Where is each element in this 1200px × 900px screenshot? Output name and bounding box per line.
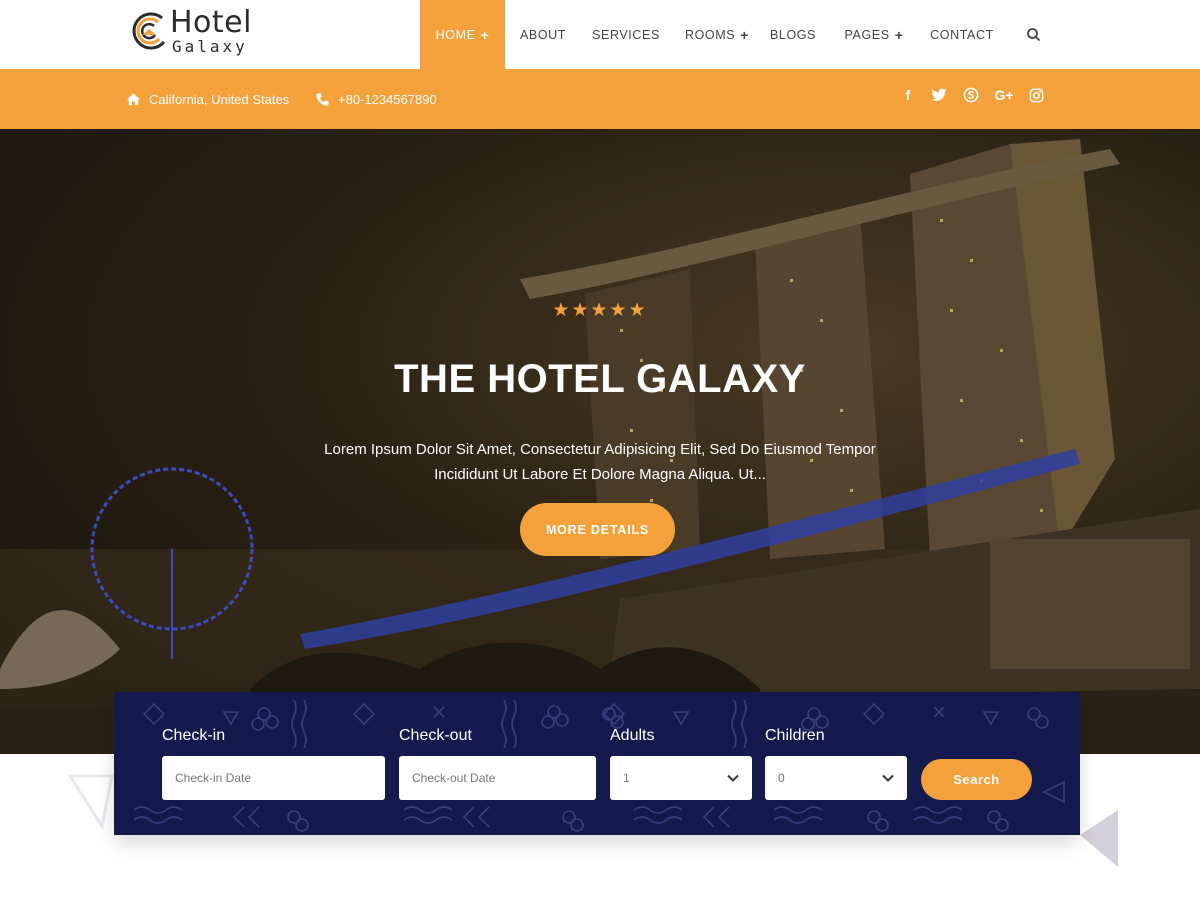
checkin-placeholder: Check-in Date: [175, 771, 252, 785]
phone-text: +80-1234567890: [338, 91, 437, 107]
nav-pages-label: PAGES: [844, 27, 890, 42]
twitter-link[interactable]: [930, 86, 948, 104]
nav-contact[interactable]: CONTACT: [925, 0, 999, 69]
nav-home-label: HOME: [435, 27, 476, 42]
nav-blogs-label: BLOGS: [769, 27, 817, 42]
search-icon: [1027, 27, 1041, 41]
search-button[interactable]: Search: [921, 759, 1032, 800]
checkin-label: Check-in: [162, 727, 226, 744]
decorative-triangle-left: [67, 774, 114, 830]
adults-label: Adults: [610, 727, 655, 744]
nav-services-label: SERVICES: [592, 27, 660, 42]
instagram-link[interactable]: [1027, 86, 1045, 104]
logo-title: Hotel: [170, 5, 252, 40]
twitter-icon: [931, 88, 947, 101]
location-item: California, United States: [126, 90, 289, 108]
nav-search[interactable]: [999, 0, 1069, 69]
facebook-icon: f: [905, 87, 911, 103]
hero-title: THE HOTEL GALAXY: [394, 357, 806, 401]
checkout-date-input[interactable]: Check-out Date: [399, 756, 596, 800]
facebook-link[interactable]: f: [900, 86, 916, 104]
adults-value: 1: [623, 771, 630, 785]
nav-blogs[interactable]: BLOGS: [763, 0, 823, 69]
phone-item[interactable]: +80-1234567890: [315, 90, 437, 108]
nav-about[interactable]: ABOUT: [505, 0, 581, 69]
instagram-icon: [1029, 88, 1043, 102]
checkin-date-input[interactable]: Check-in Date: [162, 756, 385, 800]
more-details-button[interactable]: MORE DETAILS: [520, 503, 675, 556]
logo-subtitle: Galaxy: [172, 37, 248, 56]
skype-icon: [963, 87, 979, 103]
site-header: Hotel Galaxy HOME + ABOUT SERVICES ROOMS…: [0, 0, 1200, 69]
plus-icon: +: [740, 26, 749, 43]
nav-pages[interactable]: PAGES +: [823, 0, 925, 69]
children-select[interactable]: 0: [765, 756, 907, 800]
nav-contact-label: CONTACT: [930, 27, 994, 42]
nav-rooms[interactable]: ROOMS +: [671, 0, 763, 69]
nav-services[interactable]: SERVICES: [581, 0, 671, 69]
nav-about-label: ABOUT: [519, 27, 567, 42]
site-logo[interactable]: Hotel Galaxy: [128, 6, 288, 58]
chevron-down-icon: [882, 774, 894, 782]
checkout-label: Check-out: [399, 727, 472, 744]
logo-icon: [132, 12, 166, 50]
children-label: Children: [765, 727, 825, 744]
contact-bar: California, United States +80-1234567890: [0, 69, 1200, 129]
nav-home[interactable]: HOME +: [420, 0, 505, 69]
skype-link[interactable]: [962, 86, 980, 104]
google-plus-link[interactable]: G+: [992, 86, 1016, 104]
chevron-down-icon: [727, 774, 739, 782]
hero-description: Lorem Ipsum Dolor Sit Amet, Consectetur …: [324, 441, 876, 483]
plus-icon: +: [894, 26, 904, 43]
rating-stars: ★★★★★: [552, 300, 648, 321]
main-nav: HOME + ABOUT SERVICES ROOMS + BLOGS PAGE…: [420, 0, 1069, 69]
children-value: 0: [778, 771, 785, 785]
checkout-placeholder: Check-out Date: [412, 771, 496, 785]
home-icon: [126, 92, 141, 105]
nav-rooms-label: ROOMS: [684, 27, 736, 42]
phone-icon: [316, 92, 329, 106]
booking-form: Check-in Check-in Date Check-out Check-o…: [114, 692, 1080, 835]
hero-banner: ★★★★★ THE HOTEL GALAXY Lorem Ipsum Dolor…: [0, 129, 1200, 754]
google-plus-icon: G+: [994, 87, 1014, 103]
location-text: California, United States: [149, 91, 290, 107]
plus-icon: +: [480, 26, 490, 43]
adults-select[interactable]: 1: [610, 756, 752, 800]
